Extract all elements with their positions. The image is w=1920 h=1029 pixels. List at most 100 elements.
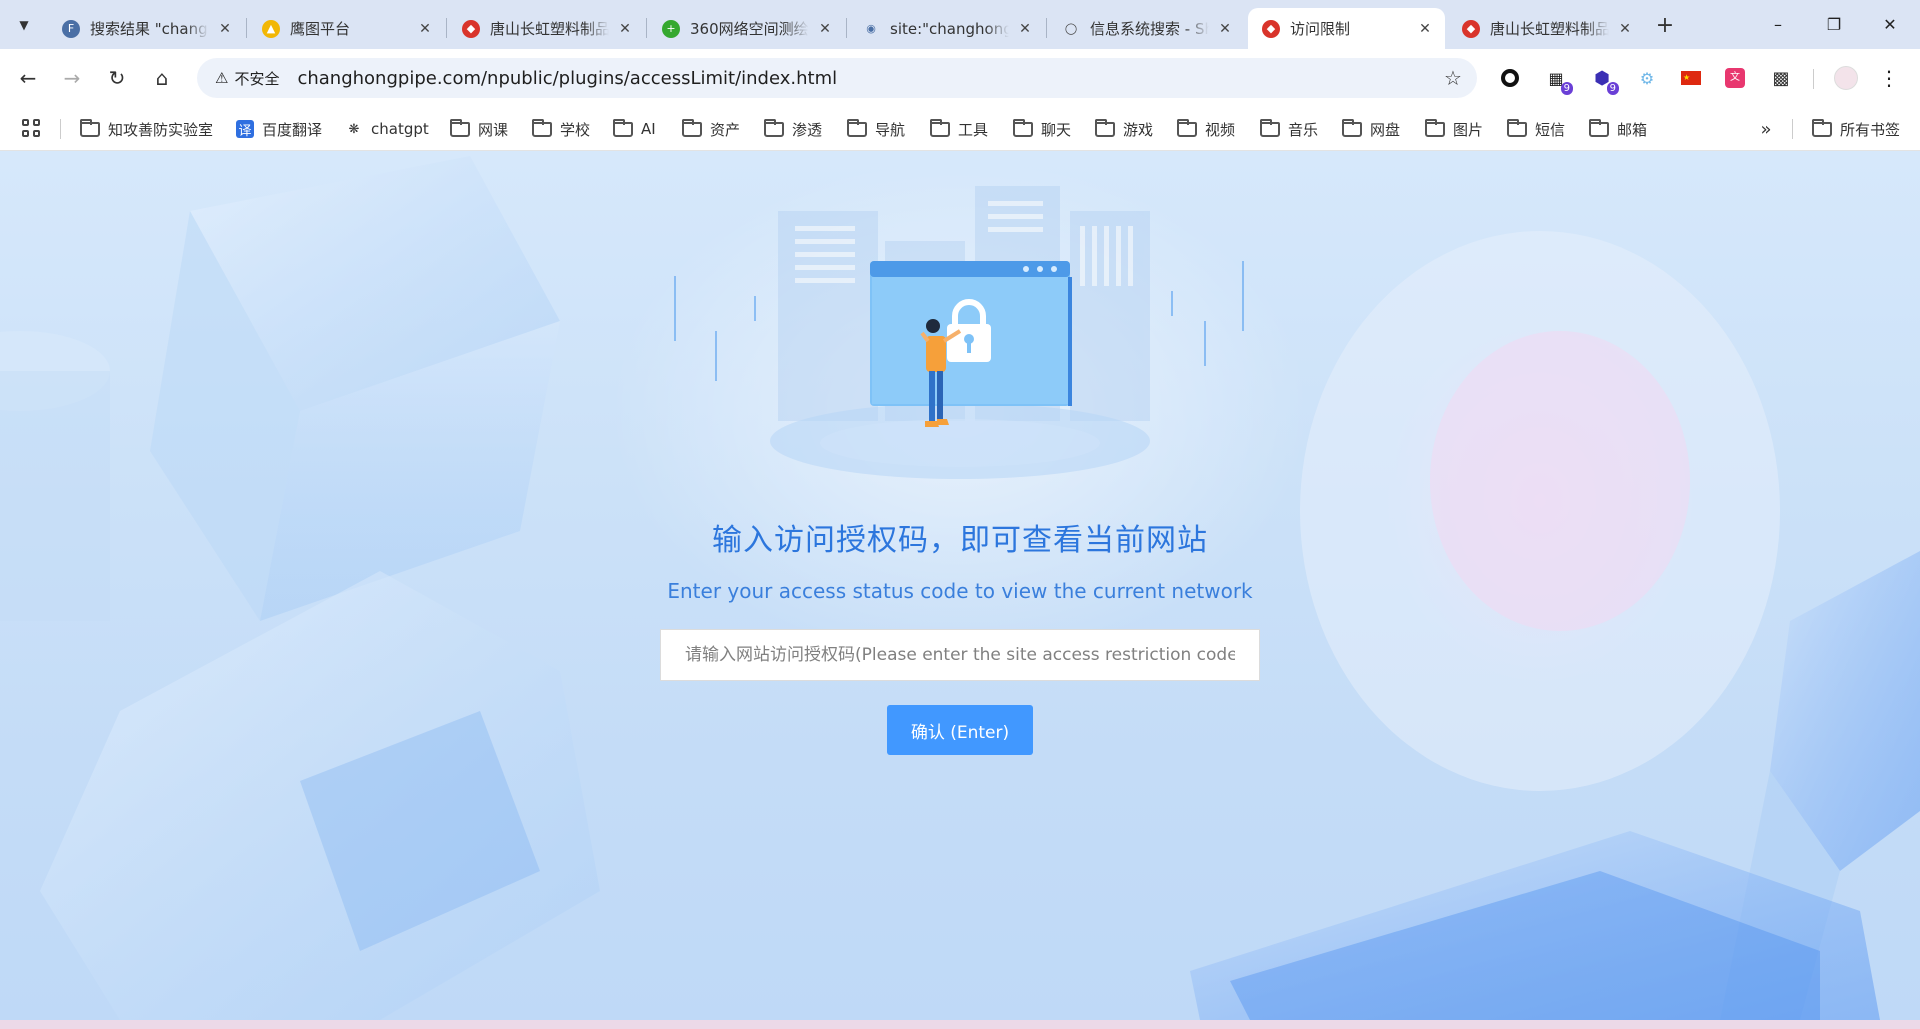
browser-menu-icon[interactable]: ⋮ — [1876, 65, 1902, 91]
robot-extension-icon[interactable]: ⚙ — [1634, 65, 1660, 91]
tab-title: 访问限制 — [1290, 20, 1351, 38]
bookmark-folder[interactable]: 视频 — [1177, 107, 1235, 151]
bookmark-label: AI — [641, 120, 656, 138]
bookmark-label: 图片 — [1453, 120, 1484, 139]
red-diamond-icon: ◆ — [1262, 19, 1280, 38]
tab-close-icon[interactable]: ✕ — [1015, 19, 1035, 39]
folder-icon — [682, 118, 702, 137]
bookmark-folder[interactable]: 渗透 — [764, 107, 822, 151]
bookmark-folder[interactable]: AI — [613, 107, 656, 151]
security-indicator[interactable]: ⚠ 不安全 — [205, 63, 289, 93]
tab-separator — [446, 18, 447, 38]
browser-tab[interactable]: ◆ 唐山长虹塑料制品有限公司 ✕ — [1448, 8, 1645, 49]
browser-toolbar: ← → ↻ ⌂ ⚠ 不安全 changhongpipe.com/npublic/… — [0, 49, 1920, 107]
back-arrow-icon[interactable]: ← — [12, 62, 44, 94]
bookmark-label: 导航 — [875, 120, 906, 139]
bookmark-folder[interactable]: 音乐 — [1260, 107, 1318, 151]
all-bookmarks-folder[interactable]: 所有书签 — [1812, 107, 1900, 151]
reload-icon[interactable]: ↻ — [101, 62, 133, 94]
bookmark-folder[interactable]: 短信 — [1507, 107, 1565, 151]
tab-close-icon[interactable]: ✕ — [615, 19, 635, 39]
bookmark-folder[interactable]: 知攻善防实验室 — [80, 107, 213, 151]
all-bookmarks-label: 所有书签 — [1840, 120, 1901, 139]
restore-icon[interactable]: ❐ — [1806, 0, 1862, 49]
tab-separator — [646, 18, 647, 38]
bookmark-label: 知攻善防实验室 — [108, 120, 214, 139]
close-window-icon[interactable]: ✕ — [1862, 0, 1918, 49]
tab-close-icon[interactable]: ✕ — [1415, 19, 1435, 39]
security-label: 不安全 — [234, 69, 280, 88]
browser-tab[interactable]: ▲ 鹰图平台 ✕ — [248, 8, 445, 49]
new-tab-plus-icon[interactable]: + — [1651, 11, 1679, 39]
browser-tab[interactable]: F 搜索结果 "changhongpipe.com" ✕ — [48, 8, 245, 49]
bookmark-label: 资产 — [710, 120, 741, 139]
confirm-button[interactable]: 确认 (Enter) — [887, 705, 1033, 755]
bookmark-folder[interactable]: 图片 — [1425, 107, 1483, 151]
folder-icon — [1095, 118, 1115, 137]
extension-badge-count: 9 — [1606, 82, 1619, 95]
bookmark-folder[interactable]: 资产 — [682, 107, 740, 151]
hexagon-extension-icon[interactable]: ⬢ 9 — [1589, 65, 1619, 95]
bookmark-folder[interactable]: 网盘 — [1342, 107, 1400, 151]
red-diamond-icon: ◆ — [1462, 19, 1480, 38]
browser-tab[interactable]: ◆ 访问限制 ✕ — [1248, 8, 1445, 49]
bookmark-link[interactable]: ❋ chatgpt — [345, 107, 429, 151]
loading-spinner-icon: ◯ — [1064, 22, 1078, 35]
hunter-eagle-icon: ▲ — [262, 19, 280, 38]
tab-close-icon[interactable]: ✕ — [1215, 19, 1235, 39]
browser-tab[interactable]: ◉ site:"changhongpipe.com" ✕ — [848, 8, 1045, 49]
tab-close-icon[interactable]: ✕ — [415, 19, 435, 39]
tab-title: 360网络空间测绘 — [690, 20, 809, 38]
tab-close-icon[interactable]: ✕ — [1615, 19, 1635, 39]
more-bookmarks-chevron-icon[interactable]: » — [1752, 115, 1780, 143]
eye-icon: ◉ — [866, 22, 876, 35]
folder-icon — [1425, 118, 1445, 137]
badge-extension-icon[interactable]: ▦ 9 — [1543, 65, 1573, 95]
bookmarks-divider — [1792, 119, 1793, 139]
bookmark-folder[interactable]: 游戏 — [1095, 107, 1153, 151]
minimize-icon[interactable]: – — [1750, 0, 1806, 49]
bookmark-folder[interactable]: 邮箱 — [1589, 107, 1647, 151]
folder-icon — [450, 118, 470, 137]
access-code-input[interactable] — [660, 629, 1260, 681]
page-title-chinese: 输入访问授权码，即可查看当前网站 — [712, 523, 1208, 558]
bookmark-label: 网盘 — [1370, 120, 1401, 139]
address-bar[interactable]: ⚠ 不安全 changhongpipe.com/npublic/plugins/… — [197, 58, 1477, 98]
bookmark-folder[interactable]: 学校 — [532, 107, 590, 151]
bookmark-folder[interactable]: 导航 — [847, 107, 905, 151]
folder-icon — [847, 118, 867, 137]
china-flag-extension-icon[interactable]: ★ — [1678, 65, 1704, 91]
url-text[interactable]: changhongpipe.com/npublic/plugins/access… — [297, 68, 837, 89]
browser-tab[interactable]: ◯ 信息系统搜索 - Shodan ✕ — [1048, 8, 1245, 49]
bookmark-folder[interactable]: 聊天 — [1013, 107, 1071, 151]
folder-icon — [613, 118, 633, 137]
tab-title: 唐山长虹塑料制品有限公司 — [1490, 20, 1609, 38]
bookmarks-bar: 知攻善防实验室 译百度翻译 ❋ chatgpt 网课 学校 AI 资产 渗透 导航 工具 聊天 游戏 视频… — [0, 107, 1920, 151]
extension-badge-count: 9 — [1560, 82, 1573, 95]
forward-arrow-icon[interactable]: → — [56, 62, 88, 94]
tab-close-icon[interactable]: ✕ — [815, 19, 835, 39]
folder-icon — [1013, 118, 1033, 137]
browser-tab[interactable]: ◆ 唐山长虹塑料制品有限公司 ✕ — [448, 8, 645, 49]
bookmark-folder[interactable]: 网课 — [450, 107, 508, 151]
bookmark-star-icon[interactable]: ☆ — [1439, 64, 1467, 92]
folder-icon — [764, 118, 784, 137]
circle-extension-icon[interactable] — [1497, 65, 1523, 91]
tab-close-icon[interactable]: ✕ — [215, 19, 235, 39]
home-icon[interactable]: ⌂ — [146, 62, 178, 94]
warning-triangle-icon: ⚠ — [215, 69, 229, 87]
bookmark-label: 短信 — [1535, 120, 1566, 139]
bookmark-link[interactable]: 译百度翻译 — [236, 107, 322, 151]
folder-icon — [1342, 118, 1362, 137]
bookmark-folder[interactable]: 工具 — [930, 107, 988, 151]
bookmark-label: chatgpt — [371, 120, 429, 138]
profile-avatar-icon[interactable] — [1833, 65, 1859, 91]
translate-extension-icon[interactable]: 文 — [1722, 65, 1748, 91]
360-quake-icon: + — [662, 19, 680, 38]
tab-search-chevron-down-icon[interactable]: ▼ — [10, 11, 38, 39]
folder-icon — [1260, 118, 1280, 137]
apps-grid-icon[interactable] — [20, 117, 42, 139]
puzzle-extensions-icon[interactable]: ▩ — [1768, 65, 1794, 91]
browser-tab[interactable]: +360网络空间测绘 ✕ — [648, 8, 845, 49]
access-locked-illustration — [674, 186, 1244, 479]
